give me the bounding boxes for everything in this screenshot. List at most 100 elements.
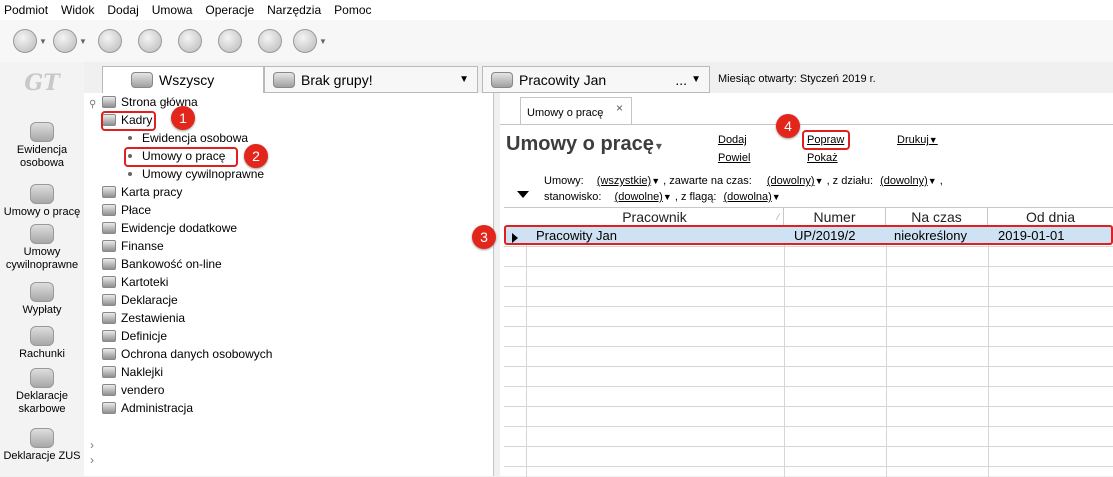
sidebar-item-umowy-o-prace[interactable]: Umowy o pracę	[0, 184, 84, 219]
dzial-filter[interactable]: (dowolny)	[880, 175, 928, 187]
printer-icon	[258, 29, 282, 53]
tab-brak-grupy[interactable]: Brak grupy! ▼	[264, 66, 478, 93]
menu-podmiot[interactable]: Podmiot	[4, 3, 48, 17]
column-header-numer[interactable]: Numer	[784, 208, 886, 226]
contracts-table: Pracownik ⁄ Numer Na czas Od dnia	[504, 207, 1113, 477]
sidebar-item-deklaracje-skarbowe[interactable]: Deklaracje skarbowe	[0, 368, 84, 416]
sidebar-item-deklaracje-zus[interactable]: Deklaracje ZUS	[0, 428, 84, 463]
employee-name: Pracowity Jan	[519, 71, 607, 88]
more-button[interactable]: ...	[675, 72, 687, 88]
chevron-right-icon[interactable]: ›	[90, 438, 94, 452]
sidebar-item-ewidencja[interactable]: Ewidencja osobowa	[0, 122, 84, 170]
chevron-down-icon: ▼	[771, 192, 781, 202]
people-button[interactable]	[212, 26, 248, 56]
tree-item-karta-pracy[interactable]: Karta pracy	[102, 183, 182, 201]
sidebar-item-label: Wypłaty	[22, 304, 62, 316]
group-icon	[131, 72, 153, 88]
tree-item-zestawienia[interactable]: Zestawienia	[102, 309, 185, 327]
home-icon	[102, 96, 116, 108]
menu-bar: Podmiot Widok Dodaj Umowa Operacje Narzę…	[0, 0, 1113, 20]
group-icon	[273, 71, 295, 88]
dodaj-link[interactable]: Dodaj	[718, 134, 747, 146]
tree-subitem-ewidencja-osobowa[interactable]: Ewidencja osobowa	[128, 129, 248, 147]
filter-row-2: stanowisko: (dowolne)▼ , z flagą: (dowol…	[544, 191, 781, 203]
column-header-na-czas[interactable]: Na czas	[886, 208, 988, 226]
tab-umowy-o-prace[interactable]: Umowy o pracę ×	[520, 97, 632, 125]
admin-icon	[102, 402, 116, 414]
menu-narzedzia[interactable]: Narzędzia	[267, 3, 321, 17]
tree-item-definicje[interactable]: Definicje	[102, 327, 167, 345]
timecard-icon	[102, 186, 116, 198]
records-icon	[102, 222, 116, 234]
drukuj-link[interactable]: Drukuj▼	[897, 134, 938, 146]
sidebar-item-rachunki[interactable]: Rachunki	[0, 326, 84, 361]
tree-item-bankowosc[interactable]: Bankowość on-line	[102, 255, 222, 273]
tree-item-finanse[interactable]: Finanse	[102, 237, 164, 255]
chevron-down-icon: ▼	[928, 135, 938, 145]
pin-icon[interactable]: ⚲	[89, 99, 96, 110]
menu-operacje[interactable]: Operacje	[205, 3, 254, 17]
files-icon	[102, 276, 116, 288]
cell-numer: UP/2019/2	[794, 228, 856, 243]
people-icon	[218, 29, 242, 53]
menu-widok[interactable]: Widok	[61, 3, 94, 17]
forward-icon	[53, 29, 78, 53]
contract-icon	[30, 184, 54, 204]
tree-item-administracja[interactable]: Administracja	[102, 399, 193, 417]
tree-item-naklejki[interactable]: Naklejki	[102, 363, 163, 381]
step-badge: 3	[472, 225, 496, 249]
printer-button[interactable]	[252, 26, 288, 56]
chevron-right-icon[interactable]: ›	[90, 453, 94, 467]
powiel-link[interactable]: Powiel	[718, 152, 750, 164]
page-title[interactable]: Umowy o pracę ▾	[506, 133, 662, 156]
vendero-icon	[102, 384, 116, 396]
toolbar: ▼ ▼ ▼	[0, 20, 1113, 62]
menu-umowa[interactable]: Umowa	[152, 3, 193, 17]
employee-button[interactable]	[92, 26, 128, 56]
tab-wszyscy[interactable]: Wszyscy	[102, 66, 264, 93]
tree-subitem-umowy-cywilnoprawne[interactable]: Umowy cywilnoprawne	[128, 165, 264, 183]
umowy-filter[interactable]: (wszystkie)	[597, 175, 651, 187]
czas-filter[interactable]: (dowolny)	[767, 175, 815, 187]
employee-selector[interactable]: Pracowity Jan ... ▼	[482, 66, 710, 93]
help-button[interactable]: ▼	[292, 26, 328, 56]
tree-item-place[interactable]: Płace	[102, 201, 151, 219]
tab-label: Wszyscy	[159, 72, 215, 88]
chevron-down-icon[interactable]: ▼	[459, 74, 469, 85]
collapse-icon[interactable]	[517, 191, 529, 198]
bank-icon	[102, 258, 116, 270]
highlight-popraw	[802, 130, 850, 150]
sidebar-item-label: Ewidencja osobowa	[16, 144, 68, 169]
zus-icon	[30, 428, 54, 448]
tab-label: Brak grupy!	[301, 71, 373, 88]
back-button[interactable]: ▼	[12, 26, 48, 56]
menu-dodaj[interactable]: Dodaj	[107, 3, 138, 17]
chevron-down-icon[interactable]: ▼	[691, 74, 701, 85]
sidebar-item-wyplaty[interactable]: Wypłaty	[0, 282, 84, 317]
tree-item-ochrona-danych[interactable]: Ochrona danych osobowych	[102, 345, 272, 363]
brush-button[interactable]	[172, 26, 208, 56]
flaga-filter[interactable]: (dowolna)	[723, 191, 771, 203]
eraser-button[interactable]	[132, 26, 168, 56]
close-icon[interactable]: ×	[616, 101, 623, 115]
sidebar-item-label: Umowy cywilnoprawne	[5, 246, 79, 271]
tree-item-deklaracje[interactable]: Deklaracje	[102, 291, 178, 309]
pokaz-link[interactable]: Pokaż	[807, 152, 838, 164]
menu-pomoc[interactable]: Pomoc	[334, 3, 371, 17]
step-badge: 1	[171, 106, 195, 130]
stanowisko-filter[interactable]: (dowolne)	[615, 191, 663, 203]
declaration-icon	[102, 294, 116, 306]
contracts-panel: Umowy o pracę × Umowy o pracę ▾ Dodaj Pow…	[500, 93, 1113, 477]
report-icon	[102, 312, 116, 324]
forward-button[interactable]: ▼	[52, 26, 88, 56]
civil-contract-icon	[30, 224, 54, 244]
gt-logo: GT	[24, 70, 60, 96]
sidebar-item-umowy-cywilnoprawne[interactable]: Umowy cywilnoprawne	[0, 224, 84, 272]
column-header-od-dnia[interactable]: Od dnia	[988, 208, 1113, 226]
module-sidebar: GT Ewidencja osobowa Umowy o pracę Umowy…	[0, 62, 84, 476]
tree-item-vendero[interactable]: vendero	[102, 381, 164, 399]
tree-item-ewidencje-dodatkowe[interactable]: Ewidencje dodatkowe	[102, 219, 237, 237]
column-header-pracownik[interactable]: Pracownik ⁄	[526, 208, 784, 226]
tree-item-kartoteki[interactable]: Kartoteki	[102, 273, 168, 291]
cell-pracownik: Pracowity Jan	[536, 228, 617, 243]
